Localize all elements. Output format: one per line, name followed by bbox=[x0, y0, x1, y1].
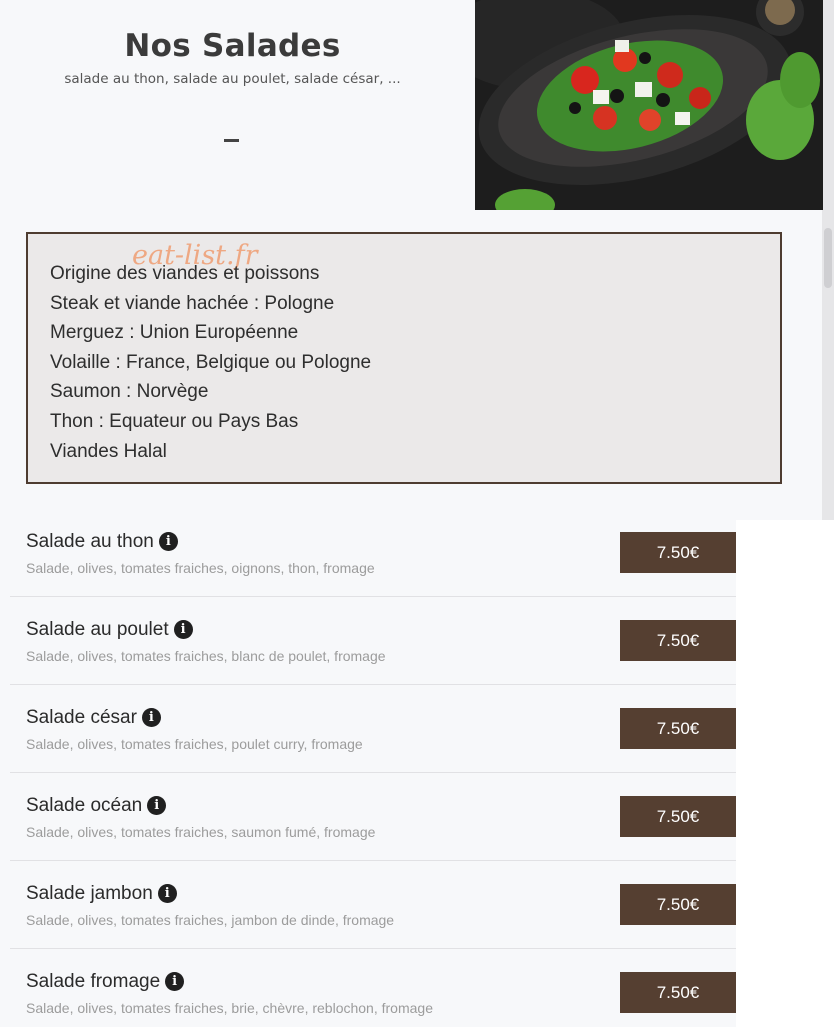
item-name-text: Salade césar bbox=[26, 707, 137, 728]
item-name: Salade jambon i bbox=[26, 883, 177, 905]
item-name-text: Salade fromage bbox=[26, 971, 161, 992]
price-button[interactable]: 7.50€ bbox=[620, 796, 736, 837]
greek-salad-plate-image bbox=[475, 0, 823, 210]
item-name: Salade fromage i bbox=[26, 971, 185, 993]
menu-item-salade-au-thon: Salade au thon i Salade, olives, tomates … bbox=[10, 509, 736, 597]
origin-info-line: Saumon : Norvège bbox=[50, 381, 209, 403]
origin-info-heading: Origine des viandes et poissons bbox=[50, 263, 320, 284]
price-button[interactable]: 7.50€ bbox=[620, 884, 736, 925]
origin-info-line: Merguez : Union Européenne bbox=[50, 322, 299, 344]
origin-info-line: Thon : Equateur ou Pays Bas bbox=[50, 410, 299, 432]
price-button[interactable]: 7.50€ bbox=[620, 620, 736, 661]
item-name: Salade au thon i bbox=[26, 531, 178, 553]
item-name: Salade océan i bbox=[26, 795, 167, 817]
item-name: Salade au poulet i bbox=[26, 619, 193, 641]
info-icon[interactable]: i bbox=[141, 708, 161, 727]
origin-info-line: Steak et viande hachée : Pologne bbox=[50, 292, 335, 314]
item-name-text: Salade au poulet bbox=[26, 619, 169, 640]
salad-menu-list: Salade au thon i Salade, olives, tomates … bbox=[10, 509, 736, 1036]
scrollbar-thumb[interactable] bbox=[824, 228, 832, 288]
item-description: Salade, olives, tomates fraiches, brie, … bbox=[26, 1000, 433, 1016]
origin-info-line: Viandes Halal bbox=[50, 440, 167, 462]
page-title: Nos Salades bbox=[124, 28, 341, 64]
menu-item-salade-fromage: Salade fromage i Salade, olives, tomates … bbox=[10, 949, 736, 1036]
item-description: Salade, olives, tomates fraiches, saumon… bbox=[26, 824, 376, 840]
title-separator bbox=[224, 139, 239, 142]
item-name-text: Salade jambon bbox=[26, 883, 153, 904]
origin-info-box: eat-list.fr Origine des viandes et poiss… bbox=[26, 232, 782, 484]
item-description: Salade, olives, tomates fraiches, oignon… bbox=[26, 560, 375, 576]
item-description: Salade, olives, tomates fraiches, blanc … bbox=[26, 648, 386, 664]
menu-item-salade-jambon: Salade jambon i Salade, olives, tomates f… bbox=[10, 861, 736, 949]
item-description: Salade, olives, tomates fraiches, poulet… bbox=[26, 736, 363, 752]
page-subtitle: salade au thon, salade au poulet, salade… bbox=[64, 71, 401, 87]
right-margin bbox=[736, 520, 834, 1027]
item-name-text: Salade océan bbox=[26, 795, 143, 816]
info-icon[interactable]: i bbox=[158, 532, 178, 551]
price-button[interactable]: 7.50€ bbox=[620, 532, 736, 573]
info-icon[interactable]: i bbox=[157, 884, 177, 903]
page-header: Nos Salades salade au thon, salade au po… bbox=[0, 0, 465, 210]
item-name-text: Salade au thon bbox=[26, 531, 154, 552]
item-description: Salade, olives, tomates fraiches, jambon… bbox=[26, 912, 395, 928]
info-icon[interactable]: i bbox=[165, 972, 185, 991]
menu-item-salade-ocean: Salade océan i Salade, olives, tomates fr… bbox=[10, 773, 736, 861]
info-icon[interactable]: i bbox=[147, 796, 167, 815]
salad-photo bbox=[475, 0, 823, 210]
menu-item-salade-au-poulet: Salade au poulet i Salade, olives, tomate… bbox=[10, 597, 736, 685]
origin-info-lines: Origine des viandes et poissons Steak et… bbox=[50, 259, 371, 466]
price-button[interactable]: 7.50€ bbox=[620, 708, 736, 749]
origin-info-line: Volaille : France, Belgique ou Pologne bbox=[50, 351, 372, 373]
info-icon[interactable]: i bbox=[173, 620, 193, 639]
item-name: Salade césar i bbox=[26, 707, 161, 729]
price-button[interactable]: 7.50€ bbox=[620, 972, 736, 1013]
menu-item-salade-cesar: Salade césar i Salade, olives, tomates fr… bbox=[10, 685, 736, 773]
